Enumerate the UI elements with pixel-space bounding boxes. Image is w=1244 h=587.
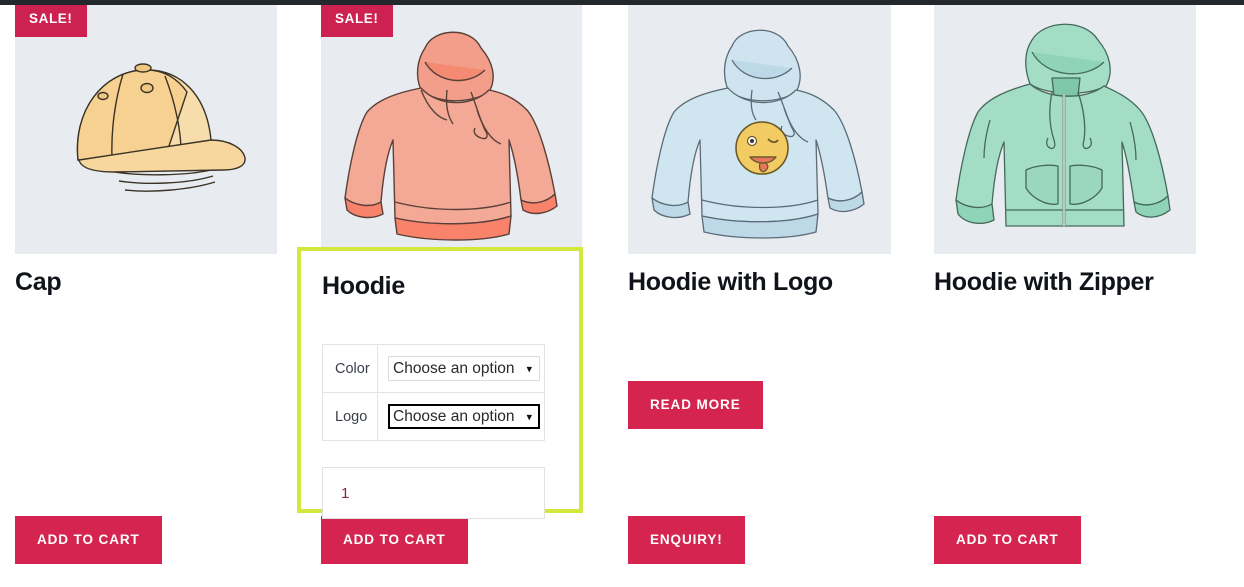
variation-field-logo[interactable]: Choose an option ▾ [377, 392, 545, 441]
product-image-hoodie-with-logo[interactable] [628, 0, 891, 254]
quantity-input[interactable] [322, 467, 545, 519]
color-select-shell: Choose an option ▾ [388, 356, 540, 381]
enquiry-button[interactable]: ENQUIRY! [628, 516, 745, 564]
product-title[interactable]: Hoodie with Logo [628, 268, 833, 297]
product-image-hoodie-with-zipper[interactable] [934, 0, 1196, 254]
variation-field-color[interactable]: Choose an option ▾ [377, 344, 545, 393]
site-admin-bar [0, 0, 1244, 5]
variation-label-color: Color [322, 344, 378, 393]
variation-label-logo: Logo [322, 392, 378, 441]
variation-row-color: Color Choose an option ▾ [322, 344, 545, 393]
product-title[interactable]: Hoodie with Zipper [934, 268, 1154, 297]
hoodie-with-logo-illustration [651, 29, 865, 239]
product-title[interactable]: Hoodie [322, 272, 405, 301]
add-to-cart-button[interactable]: ADD TO CART [321, 516, 468, 564]
color-select[interactable]: Choose an option [388, 356, 540, 381]
sale-badge: SALE! [15, 2, 87, 37]
read-more-button[interactable]: READ MORE [628, 381, 763, 429]
hoodie-with-zipper-illustration [955, 23, 1171, 227]
add-to-cart-button[interactable]: ADD TO CART [15, 516, 162, 564]
product-card-hoodie-with-logo[interactable]: Hoodie with Logo READ MORE ENQUIRY! [628, 0, 891, 587]
cap-illustration [76, 63, 246, 192]
variations-table: Color Choose an option ▾ Logo Choose an [322, 344, 545, 441]
product-card-hoodie-with-zipper[interactable]: Hoodie with Zipper ADD TO CART [934, 0, 1196, 587]
variation-row-logo: Logo Choose an option ▾ [322, 392, 545, 441]
hoodie-illustration [344, 31, 558, 241]
logo-select-shell: Choose an option ▾ [388, 404, 540, 429]
product-image-cap[interactable] [15, 0, 277, 254]
product-grid: SALE! Cap ADD TO CART SALE! ADD TO CART … [0, 0, 1244, 587]
add-to-cart-button[interactable]: ADD TO CART [934, 516, 1081, 564]
product-image-hoodie[interactable] [321, 0, 582, 254]
product-title[interactable]: Cap [15, 268, 62, 297]
sale-badge: SALE! [321, 2, 393, 37]
product-card-cap[interactable]: SALE! Cap ADD TO CART [15, 0, 277, 587]
logo-select[interactable]: Choose an option [388, 404, 540, 429]
hoodie-variation-panel: Hoodie Color Choose an option ▾ Logo Cho… [297, 247, 583, 519]
